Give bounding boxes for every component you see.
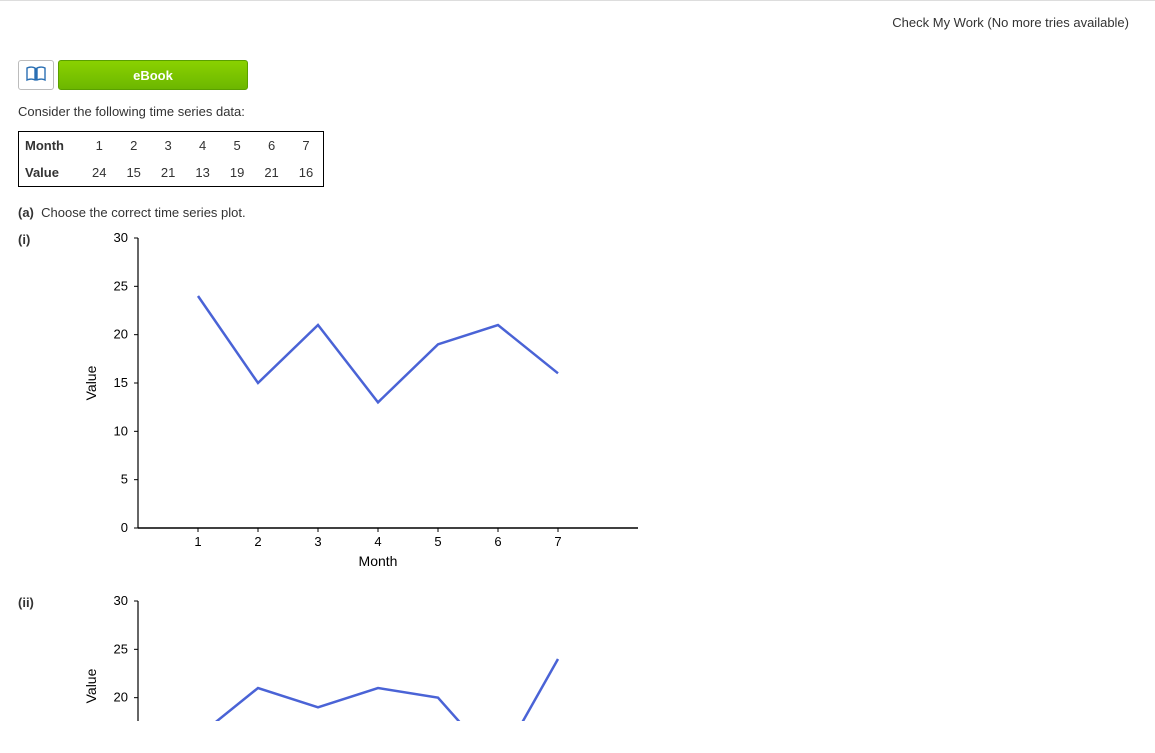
x-tick-label: 6 (494, 534, 501, 549)
y-axis-label: Value (83, 365, 99, 400)
y-tick-label: 30 (114, 593, 128, 608)
book-icon (26, 66, 46, 85)
table-cell: 24 (82, 159, 116, 187)
table-cell: 4 (185, 132, 219, 160)
x-tick-label: 2 (254, 534, 261, 549)
ebook-toolbar: eBook (18, 60, 1137, 90)
part-a-line: (a) Choose the correct time series plot. (18, 205, 1137, 220)
y-tick-label: 20 (114, 327, 128, 342)
time-series-chart: 0 5 10 15 20 25 30 1 2 3 4 5 6 7 Month Value (78, 228, 638, 573)
intro-text: Consider the following time series data: (18, 104, 1137, 119)
y-tick-label: 30 (114, 230, 128, 245)
data-line (198, 659, 558, 721)
x-axis-label: Month (359, 553, 398, 569)
row-label: Month (19, 132, 82, 160)
plot-option-tag: (ii) (18, 591, 78, 610)
table-cell: 15 (116, 159, 150, 187)
table-row: Month1234567 (19, 132, 324, 160)
y-axis-label: Value (83, 668, 99, 703)
x-tick-label: 1 (194, 534, 201, 549)
y-tick-label: 5 (121, 472, 128, 487)
ebook-button[interactable]: eBook (58, 60, 248, 90)
table-cell: 21 (254, 159, 288, 187)
table-cell: 1 (82, 132, 116, 160)
plot-option: (ii) 20 25 30 Value (18, 591, 1137, 721)
y-tick-label: 10 (114, 423, 128, 438)
table-row: Value24152113192116 (19, 159, 324, 187)
x-tick-label: 4 (374, 534, 381, 549)
time-series-table: Month1234567Value24152113192116 (18, 131, 324, 187)
y-tick-label: 25 (114, 278, 128, 293)
table-cell: 2 (116, 132, 150, 160)
table-cell: 13 (185, 159, 219, 187)
part-a-tag: (a) (18, 205, 34, 220)
ebook-icon-box[interactable] (18, 60, 54, 90)
table-cell: 21 (151, 159, 185, 187)
table-cell: 16 (289, 159, 324, 187)
plot-option: (i) 0 5 10 15 20 25 30 1 2 3 4 5 6 7 Month Value (18, 228, 1137, 573)
y-tick-label: 0 (121, 520, 128, 535)
y-tick-label: 25 (114, 641, 128, 656)
plot-option-tag: (i) (18, 228, 78, 247)
row-label: Value (19, 159, 82, 187)
table-cell: 3 (151, 132, 185, 160)
x-tick-label: 7 (554, 534, 561, 549)
ebook-button-label: eBook (133, 68, 173, 83)
time-series-chart: 20 25 30 Value (78, 591, 638, 721)
part-a-text: Choose the correct time series plot. (41, 205, 245, 220)
table-cell: 7 (289, 132, 324, 160)
x-tick-label: 3 (314, 534, 321, 549)
y-tick-label: 15 (114, 375, 128, 390)
check-my-work-status: Check My Work (No more tries available) (18, 11, 1137, 60)
y-tick-label: 20 (114, 690, 128, 705)
data-line (198, 296, 558, 402)
table-cell: 6 (254, 132, 288, 160)
x-tick-label: 5 (434, 534, 441, 549)
table-cell: 5 (220, 132, 254, 160)
table-cell: 19 (220, 159, 254, 187)
